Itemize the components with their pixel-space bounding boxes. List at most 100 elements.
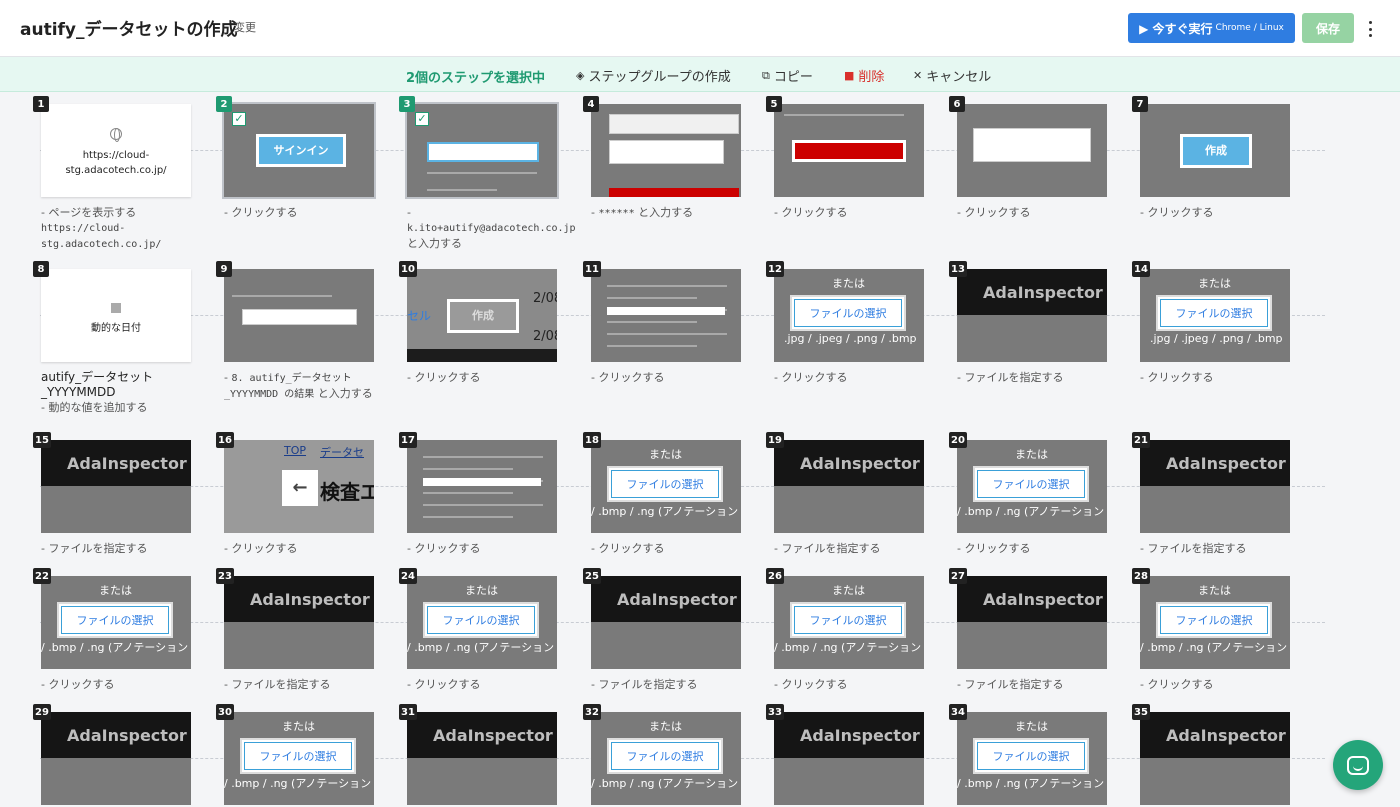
- step-card[interactable]: 31 AdaInspector Cl: [399, 704, 557, 805]
- step-screenshot-thumbnail[interactable]: AdaInspector Cl: [224, 576, 374, 669]
- step-screenshot-thumbnail[interactable]: または ファイルの選択 / .bmp / .ng (アノテーション: [591, 440, 741, 533]
- step-number-badge: 27: [949, 568, 967, 584]
- step-screenshot-thumbnail[interactable]: AdaInspector Cl: [774, 440, 924, 533]
- step-card[interactable]: 19 AdaInspector Cl - ファイルを指定する: [766, 432, 924, 555]
- step-screenshot-thumbnail[interactable]: AdaInspector Cl: [41, 440, 191, 533]
- thumb-file-select-label: ファイルの選択: [977, 470, 1085, 498]
- step-screenshot-thumbnail[interactable]: [407, 440, 557, 533]
- step-card[interactable]: 2 サインイン ✓ - クリックする: [216, 96, 376, 219]
- step-card[interactable]: 1 https://cloud-stg.adacotech.co.jp/ - ページ…: [33, 96, 191, 250]
- step-card[interactable]: 22 または ファイルの選択 / .bmp / .ng (アノテーション - クリックす…: [33, 568, 191, 691]
- thumb-or-text: または: [832, 277, 865, 290]
- step-screenshot-thumbnail[interactable]: AdaInspector Cl: [957, 269, 1107, 362]
- step-description-text: - ファイルを指定する: [957, 678, 1064, 691]
- step-card[interactable]: 32 または ファイルの選択 / .bmp / .ng (アノテーション: [583, 704, 741, 805]
- step-screenshot-thumbnail[interactable]: または ファイルの選択 / .bmp / .ng (アノテーション: [957, 712, 1107, 805]
- more-menu-icon[interactable]: [1362, 19, 1378, 39]
- thumb-kensa-text: 検査エ: [320, 480, 374, 504]
- step-screenshot-thumbnail[interactable]: https://cloud-stg.adacotech.co.jp/: [41, 104, 191, 197]
- page-title: autify_データセットの作成: [20, 20, 238, 40]
- step-card[interactable]: 21 AdaInspector Cl - ファイルを指定する: [1132, 432, 1290, 555]
- create-step-group-button[interactable]: ◈ ステップグループの作成: [576, 66, 731, 85]
- chat-support-button[interactable]: [1333, 740, 1383, 790]
- step-description-value: https://cloud-stg.adacotech.co.jp/: [41, 223, 162, 250]
- step-card[interactable]: 26 または ファイルの選択 / .bmp / .ng (アノテーション - クリックす…: [766, 568, 924, 691]
- save-button[interactable]: 保存: [1302, 13, 1354, 43]
- step-screenshot-thumbnail[interactable]: セル 作成 2/08 2/08: [407, 269, 557, 362]
- step-card[interactable]: 9- 8. autify_データセット_YYYYMMDD の結果 と入力する: [216, 261, 374, 400]
- step-description: - ファイルを指定する: [1140, 541, 1295, 556]
- step-description-text: - 動的な値を追加する: [41, 401, 148, 414]
- step-screenshot-thumbnail[interactable]: AdaInspector Cl: [957, 576, 1107, 669]
- step-card[interactable]: 7 作成 - クリックする: [1132, 96, 1290, 219]
- thumb-file-select-label: ファイルの選択: [244, 742, 352, 770]
- step-screenshot-thumbnail[interactable]: または ファイルの選択 / .bmp / .ng (アノテーション: [407, 576, 557, 669]
- step-number-badge: 30: [216, 704, 234, 720]
- step-card[interactable]: 12 または ファイルの選択 .jpg / .jpeg / .png / .bmp - …: [766, 261, 924, 384]
- step-card[interactable]: 25 AdaInspector Cl - ファイルを指定する: [583, 568, 741, 691]
- step-screenshot-thumbnail[interactable]: [591, 104, 741, 197]
- step-screenshot-thumbnail[interactable]: または ファイルの選択 / .bmp / .ng (アノテーション: [774, 576, 924, 669]
- copy-button[interactable]: ⧉ コピー: [762, 66, 813, 86]
- step-card[interactable]: 10 セル 作成 2/08 2/08 - クリックする: [399, 261, 557, 384]
- create-step-group-label: ステップグループの作成: [588, 70, 731, 85]
- step-card[interactable]: 20 または ファイルの選択 / .bmp / .ng (アノテーション - クリックす…: [949, 432, 1107, 555]
- run-now-button[interactable]: ▶ 今すぐ実行 Chrome / Linux: [1128, 13, 1295, 43]
- step-card[interactable]: 14 または ファイルの選択 .jpg / .jpeg / .png / .bmp - …: [1132, 261, 1290, 384]
- step-screenshot-thumbnail[interactable]: [224, 269, 374, 362]
- step-screenshot-thumbnail[interactable]: または ファイルの選択 .jpg / .jpeg / .png / .bmp: [774, 269, 924, 362]
- step-card[interactable]: 33 AdaInspector Cl: [766, 704, 924, 805]
- step-card[interactable]: 6 - クリックする: [949, 96, 1107, 219]
- step-card[interactable]: 8 動的な日付 autify_データセット_YYYYMMDD - 動的な値を追加する: [33, 261, 191, 414]
- thumb-top-link: TOP: [284, 444, 307, 457]
- step-card[interactable]: 34 または ファイルの選択 / .bmp / .ng (アノテーション: [949, 704, 1107, 805]
- step-screenshot-thumbnail[interactable]: または ファイルの選択 / .bmp / .ng (アノテーション: [957, 440, 1107, 533]
- step-card[interactable]: 30 または ファイルの選択 / .bmp / .ng (アノテーション: [216, 704, 374, 805]
- step-screenshot-thumbnail[interactable]: [591, 269, 741, 362]
- step-screenshot-thumbnail[interactable]: AdaInspector Cl: [41, 712, 191, 805]
- step-card[interactable]: 29 AdaInspector Cl: [33, 704, 191, 805]
- step-screenshot-thumbnail[interactable]: AdaInspector Cl: [407, 712, 557, 805]
- step-card[interactable]: 35 AdaInspector Cl: [1132, 704, 1290, 805]
- step-screenshot-thumbnail[interactable]: AdaInspector Cl: [774, 712, 924, 805]
- cancel-selection-button[interactable]: ✕ キャンセル: [913, 66, 991, 85]
- step-card[interactable]: 24 または ファイルの選択 / .bmp / .ng (アノテーション - クリックす…: [399, 568, 557, 691]
- step-screenshot-thumbnail[interactable]: サインイン ✓: [222, 102, 376, 199]
- step-card[interactable]: 16 TOP データセ ← 検査エ - クリックする: [216, 432, 374, 555]
- step-card[interactable]: 23 AdaInspector Cl - ファイルを指定する: [216, 568, 374, 691]
- step-card[interactable]: 18 または ファイルの選択 / .bmp / .ng (アノテーション - クリックす…: [583, 432, 741, 555]
- step-screenshot-thumbnail[interactable]: AdaInspector Cl: [591, 576, 741, 669]
- step-card[interactable]: 28 または ファイルの選択 / .bmp / .ng (アノテーション - クリックす…: [1132, 568, 1290, 691]
- step-screenshot-thumbnail[interactable]: または ファイルの選択 / .bmp / .ng (アノテーション: [41, 576, 191, 669]
- step-screenshot-thumbnail[interactable]: または ファイルの選択 / .bmp / .ng (アノテーション: [1140, 576, 1290, 669]
- thumb-url-text: https://cloud-stg.adacotech.co.jp/: [65, 150, 167, 176]
- step-card[interactable]: 5 - クリックする: [766, 96, 924, 219]
- step-screenshot-thumbnail[interactable]: AdaInspector Cl: [1140, 440, 1290, 533]
- step-description-suffix: と入力する: [314, 387, 373, 400]
- close-icon: ✕: [913, 69, 923, 82]
- edit-title-link[interactable]: 変更: [234, 19, 256, 35]
- step-screenshot-thumbnail[interactable]: または ファイルの選択 / .bmp / .ng (アノテーション: [591, 712, 741, 805]
- step-number-badge: 29: [33, 704, 51, 720]
- step-card[interactable]: 4- ****** と入力する: [583, 96, 741, 219]
- step-screenshot-thumbnail[interactable]: TOP データセ ← 検査エ: [224, 440, 374, 533]
- step-screenshot-thumbnail[interactable]: 作成: [1140, 104, 1290, 197]
- step-number-badge: 23: [216, 568, 234, 584]
- step-card[interactable]: 11 - クリックする: [583, 261, 741, 384]
- step-screenshot-thumbnail[interactable]: [957, 104, 1107, 197]
- step-screenshot-thumbnail[interactable]: ✓: [405, 102, 559, 199]
- step-screenshot-thumbnail[interactable]: または ファイルの選択 .jpg / .jpeg / .png / .bmp: [1140, 269, 1290, 362]
- step-card[interactable]: 13 AdaInspector Cl - ファイルを指定する: [949, 261, 1107, 384]
- step-select-checkbox[interactable]: ✓: [232, 112, 246, 126]
- step-select-checkbox[interactable]: ✓: [415, 112, 429, 126]
- delete-button[interactable]: ■ 削除: [844, 66, 884, 85]
- step-number-badge: 14: [1132, 261, 1150, 277]
- step-card[interactable]: 15 AdaInspector Cl - ファイルを指定する: [33, 432, 191, 555]
- step-screenshot-thumbnail[interactable]: [774, 104, 924, 197]
- step-card[interactable]: 17 - クリックする: [399, 432, 557, 555]
- step-card[interactable]: 3 ✓ - k.ito+autify@adacotech.co.jp と入力する: [399, 96, 576, 250]
- step-screenshot-thumbnail[interactable]: AdaInspector Cl: [1140, 712, 1290, 805]
- step-card[interactable]: 27 AdaInspector Cl - ファイルを指定する: [949, 568, 1107, 691]
- step-screenshot-thumbnail[interactable]: または ファイルの選択 / .bmp / .ng (アノテーション: [224, 712, 374, 805]
- step-screenshot-thumbnail[interactable]: 動的な日付: [41, 269, 191, 362]
